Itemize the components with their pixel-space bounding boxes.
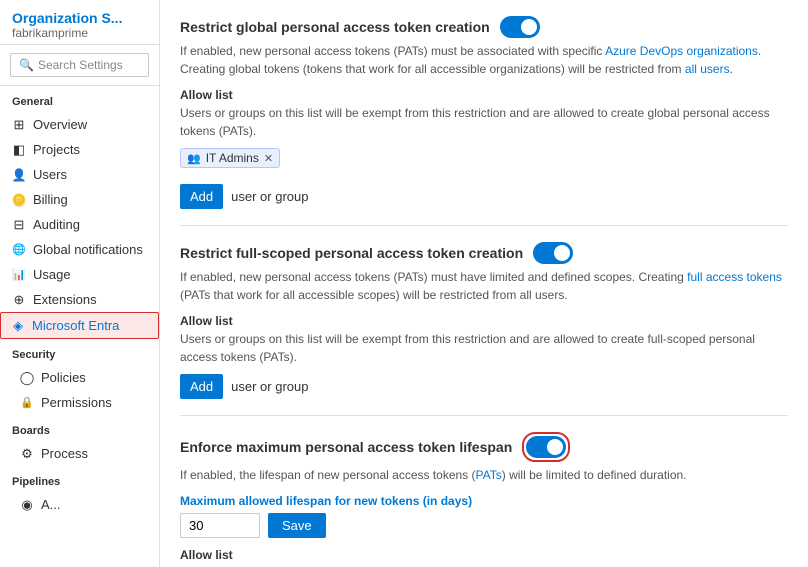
sidebar-item-label: Extensions bbox=[33, 292, 97, 307]
search-icon: 🔍 bbox=[19, 58, 34, 72]
sidebar-item-usage[interactable]: 📊 Usage bbox=[0, 262, 159, 287]
users-icon: 👤 bbox=[12, 168, 26, 182]
chip-label: IT Admins bbox=[206, 151, 259, 165]
process-icon: ⚙ bbox=[20, 447, 34, 461]
section-boards: Boards ⚙ Process bbox=[0, 415, 159, 466]
section-label-security: Security bbox=[0, 339, 159, 365]
sidebar: Organization S... fabrikamprime 🔍 Search… bbox=[0, 0, 160, 567]
restrict-full-scope-pat-desc: If enabled, new personal access tokens (… bbox=[180, 268, 788, 304]
sidebar-item-label: Projects bbox=[33, 142, 80, 157]
global-notif-icon: 🌐 bbox=[12, 243, 26, 257]
chip-close-icon[interactable]: ✕ bbox=[264, 152, 273, 165]
it-admins-chip[interactable]: 👥 IT Admins ✕ bbox=[180, 148, 280, 168]
section-pipelines: Pipelines ◉ A... bbox=[0, 466, 159, 517]
search-placeholder: Search Settings bbox=[38, 58, 123, 72]
entra-icon: ◈ bbox=[11, 319, 25, 333]
allow-list-desc-1: Users or groups on this list will be exe… bbox=[180, 104, 788, 140]
sidebar-item-global-notifications[interactable]: 🌐 Global notifications bbox=[0, 237, 159, 262]
sidebar-item-users[interactable]: 👤 Users bbox=[0, 162, 159, 187]
group-icon: 👥 bbox=[187, 152, 201, 165]
enforce-lifespan-toggle-wrapper bbox=[522, 432, 570, 462]
restrict-full-scope-pat-title: Restrict full-scoped personal access tok… bbox=[180, 242, 788, 264]
sidebar-item-extensions[interactable]: ⊕ Extensions bbox=[0, 287, 159, 312]
sidebar-search-container[interactable]: 🔍 Search Settings bbox=[0, 45, 159, 86]
restrict-global-pat-toggle[interactable] bbox=[500, 16, 540, 38]
sidebar-item-label: Users bbox=[33, 167, 67, 182]
sidebar-item-label: Global notifications bbox=[33, 242, 143, 257]
add-row-1: Add user or group bbox=[180, 184, 788, 209]
sidebar-item-policies[interactable]: ◯ Policies bbox=[0, 365, 159, 390]
section-general: General ⊞ Overview ◧ Projects 👤 Users 🪙 … bbox=[0, 86, 159, 339]
add-label-2: user or group bbox=[223, 374, 316, 399]
sidebar-item-label: Usage bbox=[33, 267, 71, 282]
add-row-2: Add user or group bbox=[180, 374, 788, 399]
sidebar-item-process[interactable]: ⚙ Process bbox=[0, 441, 159, 466]
enforce-lifespan-toggle[interactable] bbox=[526, 436, 566, 458]
main-content: Restrict global personal access token cr… bbox=[160, 0, 808, 567]
sidebar-item-projects[interactable]: ◧ Projects bbox=[0, 137, 159, 162]
search-input-wrapper[interactable]: 🔍 Search Settings bbox=[10, 53, 149, 77]
restrict-global-pat-block: Restrict global personal access token cr… bbox=[180, 0, 788, 226]
restrict-global-pat-title: Restrict global personal access token cr… bbox=[180, 16, 788, 38]
projects-icon: ◧ bbox=[12, 143, 26, 157]
auditing-icon: ⊟ bbox=[12, 218, 26, 232]
org-subtitle: fabrikamprime bbox=[12, 26, 147, 40]
sidebar-item-label: Auditing bbox=[33, 217, 80, 232]
enforce-lifespan-block: Enforce maximum personal access token li… bbox=[180, 416, 788, 567]
restrict-full-scope-pat-block: Restrict full-scoped personal access tok… bbox=[180, 226, 788, 416]
permissions-icon: 🔒 bbox=[20, 396, 34, 410]
sidebar-org-header: Organization S... fabrikamprime bbox=[0, 0, 159, 45]
restrict-full-scope-pat-toggle[interactable] bbox=[533, 242, 573, 264]
overview-icon: ⊞ bbox=[12, 118, 26, 132]
lifespan-input-row: Save bbox=[180, 513, 788, 538]
sidebar-item-overview[interactable]: ⊞ Overview bbox=[0, 112, 159, 137]
save-button[interactable]: Save bbox=[268, 513, 326, 538]
sidebar-item-agent-pools[interactable]: ◉ A... bbox=[0, 492, 159, 517]
sidebar-item-billing[interactable]: 🪙 Billing bbox=[0, 187, 159, 212]
sidebar-item-label: Policies bbox=[41, 370, 86, 385]
section-security: Security ◯ Policies 🔒 Permissions bbox=[0, 339, 159, 415]
sidebar-item-label: Overview bbox=[33, 117, 87, 132]
lifespan-label: Maximum allowed lifespan for new tokens … bbox=[180, 494, 788, 508]
sidebar-item-label: Microsoft Entra bbox=[32, 318, 119, 333]
sidebar-item-microsoft-entra[interactable]: ◈ Microsoft Entra bbox=[0, 312, 159, 339]
restrict-global-pat-desc: If enabled, new personal access tokens (… bbox=[180, 42, 788, 78]
section-label-pipelines: Pipelines bbox=[0, 466, 159, 492]
enforce-lifespan-title: Enforce maximum personal access token li… bbox=[180, 432, 788, 462]
sidebar-item-label: A... bbox=[41, 497, 61, 512]
sidebar-item-auditing[interactable]: ⊟ Auditing bbox=[0, 212, 159, 237]
policies-icon: ◯ bbox=[20, 371, 34, 385]
extensions-icon: ⊕ bbox=[12, 293, 26, 307]
agent-icon: ◉ bbox=[20, 498, 34, 512]
sidebar-item-label: Process bbox=[41, 446, 88, 461]
section-label-boards: Boards bbox=[0, 415, 159, 441]
allow-list-label-2: Allow list bbox=[180, 314, 788, 328]
usage-icon: 📊 bbox=[12, 268, 26, 282]
sidebar-item-label: Billing bbox=[33, 192, 68, 207]
section-label-general: General bbox=[0, 86, 159, 112]
add-label-1: user or group bbox=[223, 184, 316, 209]
allow-list-label-1: Allow list bbox=[180, 88, 788, 102]
allow-list-desc-2: Users or groups on this list will be exe… bbox=[180, 330, 788, 366]
tag-row-1: 👥 IT Admins ✕ bbox=[180, 148, 788, 176]
billing-icon: 🪙 bbox=[12, 193, 26, 207]
sidebar-item-label: Permissions bbox=[41, 395, 112, 410]
sidebar-item-permissions[interactable]: 🔒 Permissions bbox=[0, 390, 159, 415]
lifespan-input[interactable] bbox=[180, 513, 260, 538]
add-user-group-button-1[interactable]: Add bbox=[180, 184, 223, 209]
allow-list-label-3: Allow list bbox=[180, 548, 788, 562]
org-title: Organization S... bbox=[12, 10, 147, 26]
add-user-group-button-2[interactable]: Add bbox=[180, 374, 223, 399]
enforce-lifespan-desc: If enabled, the lifespan of new personal… bbox=[180, 466, 788, 484]
